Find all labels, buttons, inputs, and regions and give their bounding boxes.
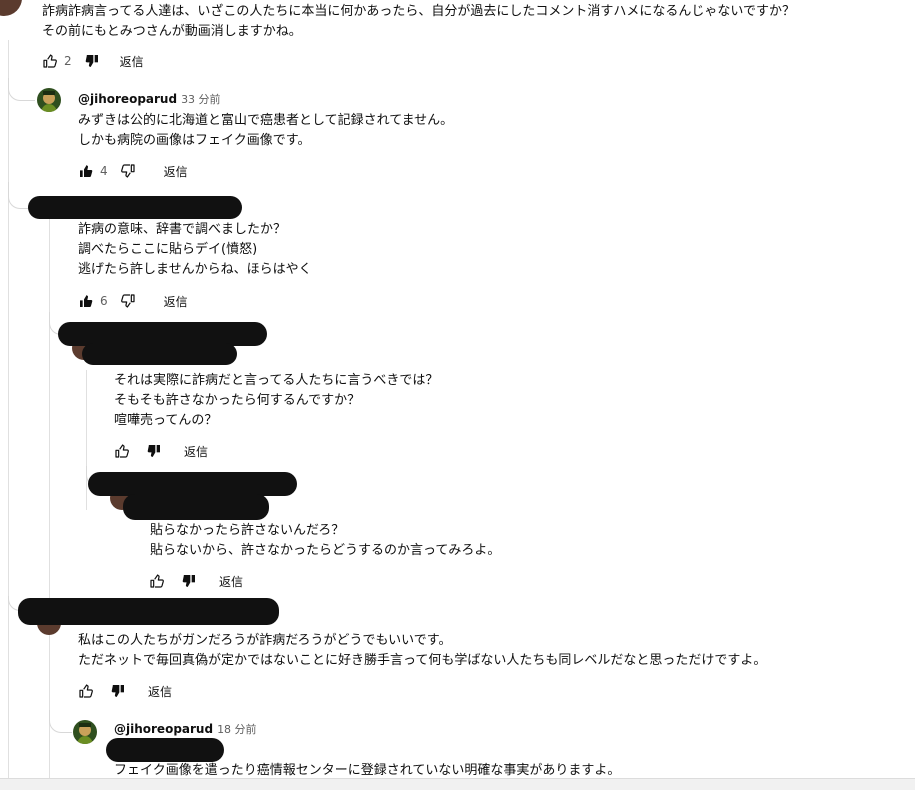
thumb-up-icon [42, 53, 58, 69]
thread-connector [8, 78, 35, 101]
thread-line [49, 218, 50, 782]
thumb-up-icon [149, 573, 165, 589]
like-button[interactable]: 2 [42, 53, 72, 69]
reply-button[interactable]: 返信 [219, 573, 243, 590]
thumb-up-icon [114, 443, 130, 459]
like-button[interactable] [78, 683, 94, 699]
thumb-up-icon [78, 683, 94, 699]
dislike-button[interactable] [181, 573, 197, 589]
comment-line: そもそも許さなかったら何するんですか？ [114, 393, 361, 408]
comment-actions: 6 返信 [78, 291, 188, 311]
comment-line: 貼らなかったら許さないんだろ？ [150, 523, 345, 538]
redacted-author [123, 494, 269, 520]
comment-actions: 返信 [149, 571, 243, 591]
dislike-button[interactable] [120, 293, 136, 309]
horizontal-scrollbar[interactable] [0, 778, 915, 790]
comment-line: みずきは公的に北海道と富山で癌患者として記録されてません。 [78, 113, 454, 128]
like-count: 4 [100, 164, 108, 178]
thread-connector [49, 710, 72, 733]
like-button[interactable]: 4 [78, 163, 108, 179]
comment-text: 詐病詐病言ってる人達は、いざこの人たちに本当に何かあったら、自分が過去にしたコメ… [42, 2, 795, 42]
comment-line: 貼らないから、許さなかったらどうするのか言ってみろよ。 [150, 543, 501, 558]
redacted-text [106, 738, 224, 762]
thumb-down-icon [110, 683, 126, 699]
comment-line: 喧嘩売ってんの？ [114, 413, 218, 428]
author-name[interactable]: @jihoreoparud [114, 722, 213, 736]
avatar[interactable] [37, 88, 61, 112]
like-count: 2 [64, 54, 72, 68]
comment-text: それは実際に詐病だと言ってる人たちに言うべきでは？ そもそも許さなかったら何する… [114, 371, 438, 431]
dislike-button[interactable] [146, 443, 162, 459]
like-button[interactable] [149, 573, 165, 589]
reply-button[interactable]: 返信 [184, 443, 208, 460]
thumb-down-icon [146, 443, 162, 459]
comment-line: 調べたらここに貼らデイ(憤怒) [78, 242, 258, 257]
comment-line: しかも病院の画像はフェイク画像です。 [78, 133, 311, 148]
like-count: 6 [100, 294, 108, 308]
comment-text: 貼らなかったら許さないんだろ？ 貼らないから、許さなかったらどうするのか言ってみ… [150, 521, 500, 561]
comment-author[interactable]: @jihoreoparud 33 分前 [78, 91, 221, 108]
comment-author[interactable]: @jihoreoparud 18 分前 [114, 721, 257, 738]
avatar[interactable] [73, 720, 97, 744]
author-name[interactable]: @jihoreoparud [78, 92, 177, 106]
dislike-button[interactable] [84, 53, 100, 69]
comment-actions: 返信 [114, 441, 208, 461]
redacted-author [28, 196, 242, 219]
dislike-button[interactable] [120, 163, 136, 179]
like-button[interactable] [114, 443, 130, 459]
thread-line [86, 370, 87, 510]
comment-actions: 4 返信 [78, 161, 188, 181]
thumb-down-icon [84, 53, 100, 69]
dislike-button[interactable] [110, 683, 126, 699]
like-button[interactable]: 6 [78, 293, 108, 309]
reply-button[interactable]: 返信 [164, 293, 188, 310]
thread-connector [8, 182, 29, 209]
comment-line: それは実際に詐病だと言ってる人たちに言うべきでは？ [114, 373, 439, 388]
reply-button[interactable]: 返信 [164, 163, 188, 180]
redacted-author [88, 472, 297, 496]
reply-button[interactable]: 返信 [120, 53, 144, 70]
comment-text: 私はこの人たちがガンだろうが詐病だろうがどうでもいいです。 ただネットで毎回真偽… [78, 631, 766, 671]
redacted-author [18, 598, 279, 625]
user-avatar-icon [37, 88, 61, 112]
thumb-down-icon [181, 573, 197, 589]
comment-time[interactable]: 18 分前 [217, 723, 257, 736]
comment-line: 詐病詐病言ってる人達は、いざこの人たちに本当に何かあったら、自分が過去にしたコメ… [42, 4, 795, 19]
comment-line: 私はこの人たちがガンだろうが詐病だろうがどうでもいいです。 [78, 633, 452, 648]
comment-text: みずきは公的に北海道と富山で癌患者として記録されてません。 しかも病院の画像はフ… [78, 111, 453, 151]
reply-button[interactable]: 返信 [148, 683, 172, 700]
comment-text: 詐病の意味、辞書で調べましたか？ 調べたらここに貼らデイ(憤怒) 逃げたら許しま… [78, 220, 312, 280]
comment-actions: 返信 [78, 681, 172, 701]
comment-actions: 2 返信 [42, 51, 144, 71]
comment-line: 詐病の意味、辞書で調べましたか？ [78, 222, 287, 237]
redacted-author [82, 343, 237, 365]
user-avatar-icon [73, 720, 97, 744]
avatar[interactable] [0, 0, 22, 16]
comment-time[interactable]: 33 分前 [181, 93, 221, 106]
thread-line [8, 40, 9, 782]
thumb-down-icon [120, 293, 136, 309]
thumb-up-icon [78, 163, 94, 179]
comment-line: 逃げたら許しませんからね、ほらはやく [78, 262, 312, 277]
thumb-down-icon [120, 163, 136, 179]
comment-line: その前にもとみつさんが動画消しますかね。 [42, 24, 302, 39]
thumb-up-icon [78, 293, 94, 309]
comment-line: ただネットで毎回真偽が定かではないことに好き勝手言って何も学ばない人たちも同レベ… [78, 653, 767, 668]
